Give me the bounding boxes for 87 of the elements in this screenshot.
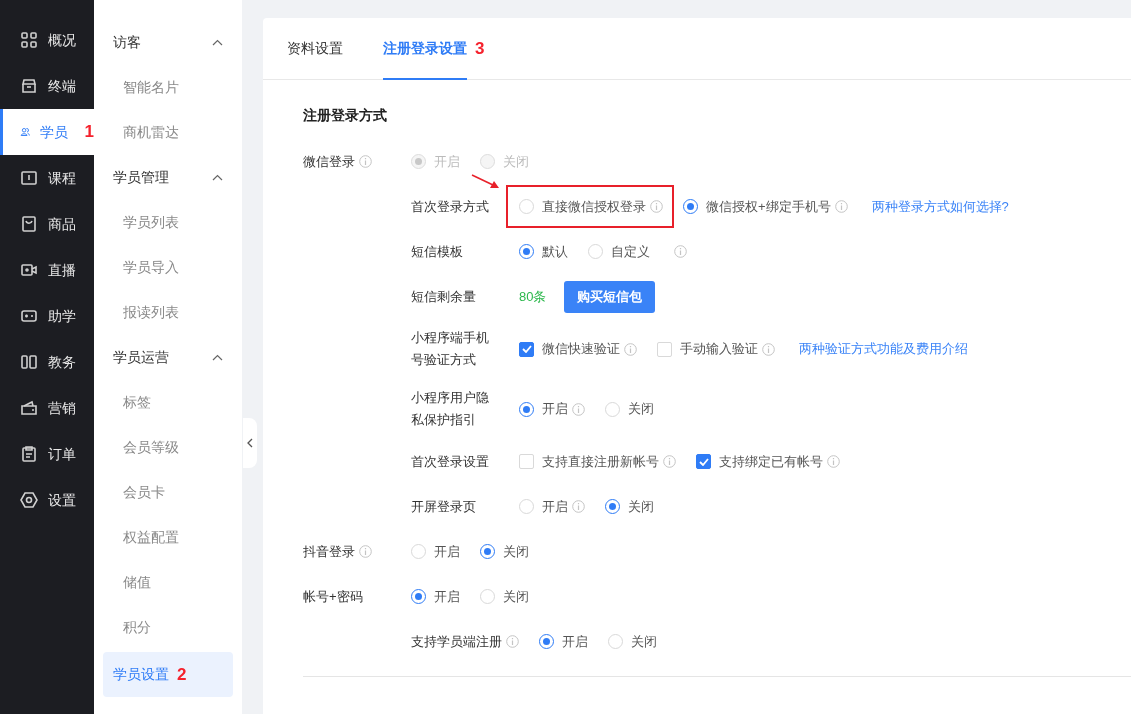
option-label: 关闭 [503, 542, 529, 561]
option-label: 微信快速验证 [542, 340, 620, 359]
menu-group-header[interactable]: 访客 [103, 20, 233, 65]
nav-label: 学员 [39, 122, 68, 142]
chevron-icon [212, 354, 223, 361]
help-link[interactable]: 两种登录方式如何选择? [871, 196, 1009, 217]
nav-item[interactable]: 订单 [0, 431, 94, 477]
nav-item[interactable]: 营销 [0, 385, 94, 431]
option-label: 微信授权+绑定手机号 [706, 197, 831, 216]
menu-group-header[interactable]: 学员运营 [103, 335, 233, 380]
checkbox[interactable] [696, 454, 711, 469]
nav-item[interactable]: 设置 [0, 477, 94, 523]
buy-sms-button[interactable]: 购买短信包 [564, 280, 656, 313]
checkbox[interactable] [519, 341, 534, 357]
wallet-icon [20, 399, 38, 417]
option-label: 开启 [562, 632, 588, 651]
field-label: 短信模板 [411, 242, 463, 261]
clipboard-icon [20, 445, 38, 463]
annotation-arrow [471, 173, 501, 190]
option-label: 直接微信授权登录 [542, 197, 646, 216]
option-label: 关闭 [631, 632, 657, 651]
field-label: 首次登录设置 [411, 452, 489, 471]
chevron-left-icon [247, 438, 253, 448]
field-label: 小程序端手机号验证方式 [411, 329, 490, 369]
store-icon [20, 77, 38, 95]
option-label: 开启 [434, 152, 460, 171]
option-label: 关闭 [503, 152, 529, 171]
grid-icon [20, 31, 38, 49]
submenu-item[interactable]: 标签 [103, 380, 233, 425]
nav-item[interactable]: 商品 [0, 201, 94, 247]
option-label: 默认 [542, 242, 568, 261]
option-label: 关闭 [628, 400, 654, 419]
field-label: 帐号+密码 [303, 587, 363, 606]
submenu-item[interactable]: 学员设置 2 [103, 652, 233, 697]
nav-item[interactable]: 概况 [0, 17, 94, 63]
chevron-icon [212, 174, 223, 181]
chevron-icon [212, 39, 223, 46]
field-label: 开屏登录页 [411, 497, 476, 516]
settings-icon [20, 491, 38, 509]
columns-icon [20, 353, 38, 371]
bag-icon [20, 215, 38, 233]
nav-item[interactable]: 课程 [0, 155, 94, 201]
nav-item[interactable]: 学员 1 [0, 109, 94, 155]
menu-group-header[interactable]: 学员管理 [103, 155, 233, 200]
gamepad-icon [20, 307, 38, 325]
nav-item[interactable]: 直播 [0, 247, 94, 293]
option-label: 开启 [434, 587, 460, 606]
annotation-number: 2 [177, 663, 187, 686]
help-link[interactable]: 两种验证方式功能及费用介绍 [799, 339, 968, 359]
option-label: 关闭 [628, 497, 654, 516]
nav-item[interactable]: 助学 [0, 293, 94, 339]
submenu-item[interactable]: 报读列表 [103, 290, 233, 335]
annotation-number: 1 [84, 121, 94, 144]
annotation-number: 3 [475, 38, 485, 61]
option-label: 支持直接注册新帐号 [542, 452, 659, 471]
option-label: 开启 [542, 400, 568, 419]
submenu-label: 学员设置 [113, 665, 169, 684]
submenu-item[interactable]: 会员卡 [103, 470, 233, 515]
field-label: 小程序用户隐私保护指引 [411, 389, 490, 429]
section-title: 注册登录方式 [303, 106, 388, 125]
submenu-item[interactable]: 智能名片 [103, 65, 233, 110]
nav-item[interactable]: 教务 [0, 339, 94, 385]
submenu-item[interactable]: 学员导入 [103, 245, 233, 290]
option-label: 自定义 [611, 242, 650, 261]
submenu-item[interactable]: 积分 [103, 605, 233, 650]
option-label: 手动输入验证 [680, 340, 758, 359]
submenu-item[interactable]: 商机雷达 [103, 110, 233, 155]
option-label: 支持绑定已有帐号 [719, 452, 823, 471]
video-camera-icon [20, 261, 38, 279]
submenu-item[interactable]: 会员等级 [103, 425, 233, 470]
submenu-item[interactable]: 权益配置 [103, 515, 233, 560]
book-icon [20, 169, 38, 187]
collapse-handle[interactable] [243, 418, 257, 468]
field-label: 微信登录 [303, 152, 355, 171]
sms-count: 80条 [519, 287, 547, 306]
tab[interactable]: 资料设置 [287, 18, 343, 80]
field-label: 短信剩余量 [411, 287, 476, 306]
field-label: 首次登录方式 [411, 197, 489, 216]
submenu-item[interactable]: 储值 [103, 560, 233, 605]
field-label: 支持学员端注册 [411, 632, 502, 651]
option-label: 开启 [542, 497, 568, 516]
option-label: 开启 [434, 542, 460, 561]
nav-item[interactable]: 终端 [0, 63, 94, 109]
submenu-item[interactable]: 学员列表 [103, 200, 233, 245]
field-label: 抖音登录 [303, 542, 355, 561]
option-label: 关闭 [503, 587, 529, 606]
tab[interactable]: 注册登录设置 [383, 18, 467, 80]
